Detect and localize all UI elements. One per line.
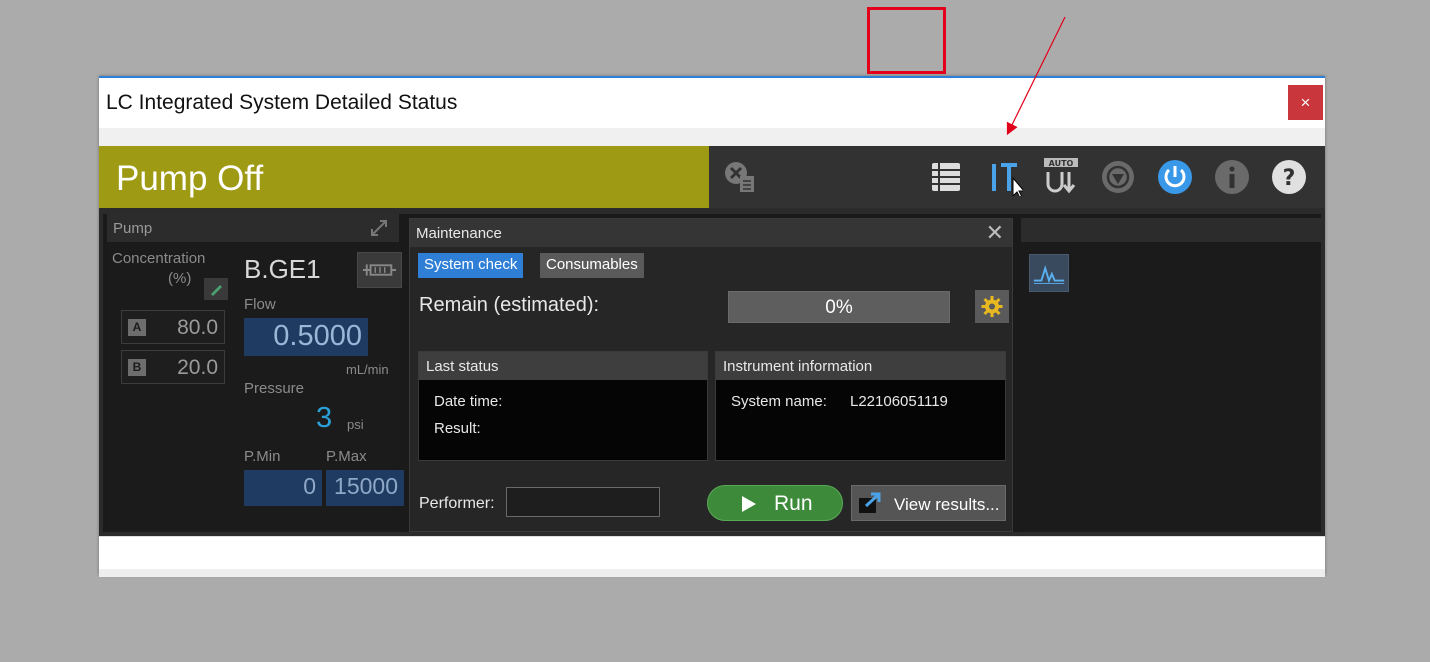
pump-panel: Pump Concentration (%) B.GE1 A 80.0 B 20… (107, 214, 404, 532)
power-icon[interactable] (1156, 158, 1194, 196)
edit-concentration-button[interactable] (204, 278, 228, 300)
pump-status-text: Pump Off (116, 159, 264, 198)
run-label: Run (774, 492, 813, 515)
concentration-label: Concentration (112, 250, 206, 267)
pmax-label: P.Max (326, 448, 367, 465)
chromatogram-icon[interactable] (1029, 254, 1069, 292)
svg-text:?: ? (1283, 166, 1296, 191)
window-title: LC Integrated System Detailed Status (106, 91, 458, 114)
auto-label: AUTO (1049, 159, 1074, 168)
pressure-value: 3 (316, 402, 333, 434)
pressure-unit: psi (347, 417, 364, 432)
sample-list-icon[interactable] (927, 158, 965, 196)
run-button[interactable]: Run (707, 485, 843, 521)
last-status-header: Last status (419, 352, 707, 380)
settings-gear-icon[interactable] (975, 290, 1009, 323)
detailed-status-window: LC Integrated System Detailed Status × P… (99, 76, 1325, 577)
expand-icon[interactable] (369, 218, 389, 238)
toolbar: AUTO ? (709, 146, 1325, 208)
maintenance-panel: Maintenance ✕ System check Consumables R… (409, 218, 1013, 532)
channel-b-value[interactable]: 20.0 (177, 356, 218, 380)
status-banner: Pump Off (99, 146, 709, 208)
footer-band (99, 536, 1325, 569)
remain-progress-bar: 0% (728, 291, 950, 323)
tab-consumables[interactable]: Consumables (540, 253, 644, 278)
stop-icon[interactable] (1099, 158, 1137, 196)
title-bar: LC Integrated System Detailed Status × (99, 78, 1325, 128)
play-icon (742, 496, 756, 512)
date-time-label: Date time: (434, 393, 503, 410)
channel-a-badge: A (128, 319, 146, 336)
last-status-box: Last status Date time: Result: (418, 351, 708, 461)
window-close-button[interactable]: × (1288, 85, 1323, 120)
remain-label: Remain (estimated): (419, 294, 600, 316)
remove-sample-icon[interactable] (721, 158, 759, 196)
pump-name: B.GE1 (244, 254, 321, 284)
tab-system-check[interactable]: System check (418, 253, 524, 278)
system-name-value: L22106051119 (850, 393, 948, 410)
pump-header-label: Pump (113, 220, 153, 237)
footer-strip (99, 569, 1325, 577)
info-icon[interactable] (1213, 158, 1251, 196)
view-results-button[interactable]: View results... (851, 485, 1006, 521)
right-panel-header (1021, 218, 1321, 242)
pmin-value[interactable]: 0 (244, 470, 322, 506)
performer-input[interactable] (506, 487, 660, 517)
channel-a-value[interactable]: 80.0 (177, 316, 218, 340)
maintenance-title: Maintenance (416, 225, 502, 242)
view-results-label: View results... (894, 495, 1000, 514)
app-area: Pump Off AUTO ? Pump Concentration (%) B… (99, 146, 1325, 536)
maintenance-tools-icon[interactable] (985, 158, 1026, 199)
auto-purge-icon[interactable]: AUTO (1042, 158, 1080, 196)
flow-value[interactable]: 0.5000 (244, 318, 368, 356)
pmin-label: P.Min (244, 448, 281, 465)
tools-highlight-box (867, 7, 946, 74)
flow-unit: mL/min (346, 362, 389, 377)
maintenance-close-icon[interactable]: ✕ (986, 220, 1004, 246)
right-panel (1021, 218, 1321, 532)
sub-bar (99, 128, 1325, 146)
remain-progress-text: 0% (825, 297, 853, 318)
flow-label: Flow (244, 296, 276, 313)
injector-icon[interactable] (357, 252, 402, 288)
maintenance-header: Maintenance ✕ (410, 219, 1012, 247)
performer-label: Performer: (419, 495, 495, 512)
pmax-value[interactable]: 15000 (326, 470, 404, 506)
open-window-icon (858, 492, 882, 514)
channel-b-row: B 20.0 (121, 350, 225, 384)
instrument-info-header: Instrument information (716, 352, 1005, 380)
pressure-label: Pressure (244, 380, 305, 397)
instrument-info-box: Instrument information System name: L221… (715, 351, 1006, 461)
help-icon[interactable]: ? (1270, 158, 1308, 196)
panels-area: Pump Concentration (%) B.GE1 A 80.0 B 20… (103, 214, 1321, 532)
channel-a-row: A 80.0 (121, 310, 225, 344)
result-label: Result: (434, 420, 481, 437)
system-name-label: System name: (731, 393, 827, 410)
channel-b-badge: B (128, 359, 146, 376)
percent-label: (%) (168, 270, 192, 287)
pump-header: Pump (107, 214, 399, 242)
